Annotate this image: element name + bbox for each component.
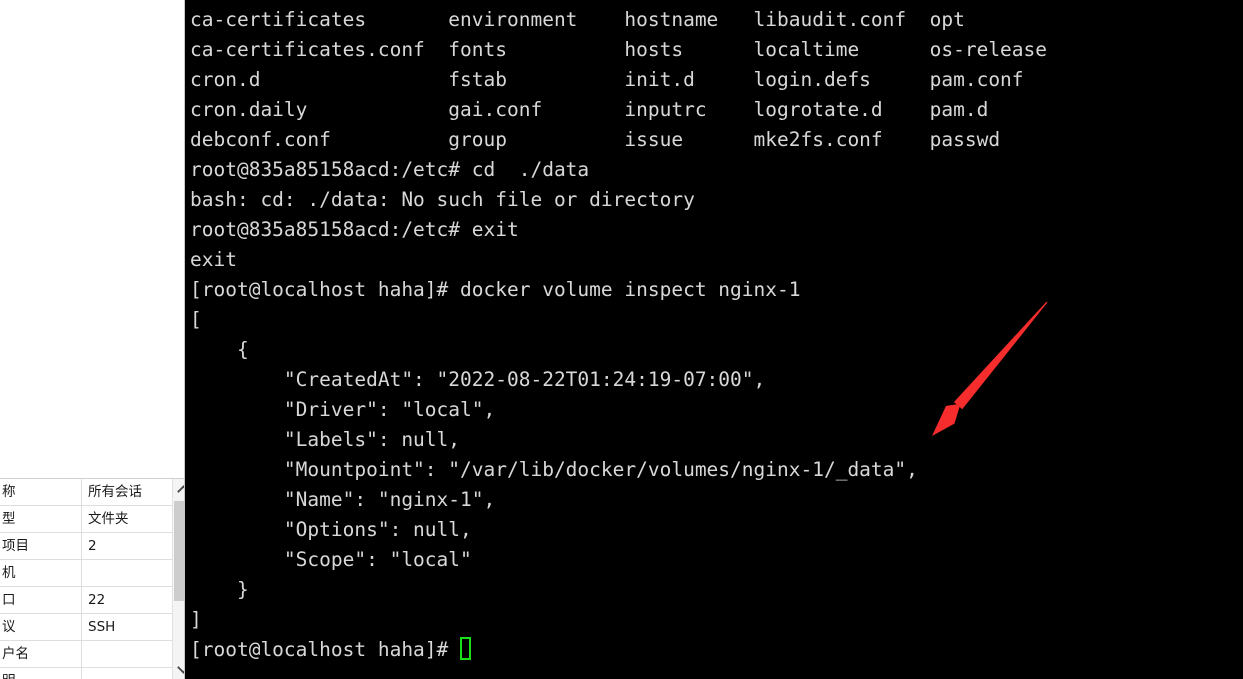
terminal-line: bash: cd: ./data: No such file or direct…: [190, 188, 695, 211]
scroll-down-button[interactable]: [173, 660, 184, 679]
terminal-line: }: [190, 578, 249, 601]
terminal-line: "CreatedAt": "2022-08-22T01:24:19-07:00"…: [190, 368, 766, 391]
chevron-down-icon: [177, 665, 184, 674]
terminal-window[interactable]: ca-certificates environment hostname lib…: [185, 0, 1243, 679]
properties-row[interactable]: 议 SSH: [0, 613, 172, 641]
terminal-line: "Options": null,: [190, 518, 472, 541]
property-value: [81, 559, 172, 587]
terminal-line: [root@localhost haha]# docker volume ins…: [190, 278, 801, 301]
chevron-up-icon: [177, 484, 184, 493]
terminal-line: root@835a85158acd:/etc# exit: [190, 218, 519, 241]
shell-prompt: [root@localhost haha]#: [190, 638, 461, 661]
property-label: 称: [0, 479, 82, 506]
property-label: 口: [0, 586, 82, 614]
terminal-screen[interactable]: ca-certificates environment hostname lib…: [185, 0, 1047, 665]
terminal-line: ca-certificates.conf fonts hosts localti…: [190, 38, 1048, 61]
property-value: SSH: [81, 613, 172, 641]
properties-row[interactable]: 型文件夹: [0, 505, 172, 533]
property-value: [81, 640, 172, 668]
terminal-line: cron.daily gai.conf inputrc logrotate.d …: [190, 98, 989, 121]
property-value: 所有会话: [81, 479, 172, 506]
property-label: 明: [0, 667, 82, 679]
terminal-line: ]: [190, 608, 202, 631]
properties-row[interactable]: 口 22: [0, 586, 172, 614]
session-properties-panel: 称所有会话型文件夹项目2机口22议SSH户名明: [0, 478, 184, 679]
property-value: [81, 667, 172, 679]
property-label: 议: [0, 613, 82, 641]
property-value: 22: [81, 586, 172, 614]
properties-row[interactable]: 机: [0, 559, 172, 587]
terminal-line: "Name": "nginx-1",: [190, 488, 496, 511]
property-value: 文件夹: [81, 505, 172, 533]
terminal-cursor: [460, 637, 472, 660]
terminal-line: debconf.conf group issue mke2fs.conf pas…: [190, 128, 1001, 151]
terminal-line: "Mountpoint": "/var/lib/docker/volumes/n…: [190, 458, 918, 481]
terminal-line: [: [190, 308, 202, 331]
properties-row[interactable]: 户名: [0, 640, 172, 668]
scrollbar-thumb[interactable]: [174, 501, 184, 601]
terminal-line: "Labels": null,: [190, 428, 461, 451]
terminal-line: {: [190, 338, 249, 361]
property-label: 型: [0, 505, 82, 533]
terminal-line: exit: [190, 248, 237, 271]
properties-table: 称所有会话型文件夹项目2机口22议SSH户名明: [0, 479, 172, 679]
properties-row[interactable]: 称所有会话: [0, 479, 172, 506]
terminal-line: "Driver": "local",: [190, 398, 496, 421]
property-label: 项目: [0, 532, 82, 560]
terminal-line: ca-certificates environment hostname lib…: [190, 8, 965, 31]
terminal-line: cron.d fstab init.d login.defs pam.conf: [190, 68, 1024, 91]
property-label: 机: [0, 559, 82, 587]
property-value: 2: [81, 532, 172, 560]
property-label: 户名: [0, 640, 82, 668]
properties-row[interactable]: 明: [0, 667, 172, 679]
properties-row[interactable]: 项目 2: [0, 532, 172, 560]
terminal-line: root@835a85158acd:/etc# cd ./data: [190, 158, 590, 181]
properties-scrollbar[interactable]: [172, 479, 184, 679]
scroll-up-button[interactable]: [173, 479, 184, 498]
terminal-line: "Scope": "local": [190, 548, 472, 571]
terminal-prompt-line: [root@localhost haha]#: [190, 635, 1047, 665]
